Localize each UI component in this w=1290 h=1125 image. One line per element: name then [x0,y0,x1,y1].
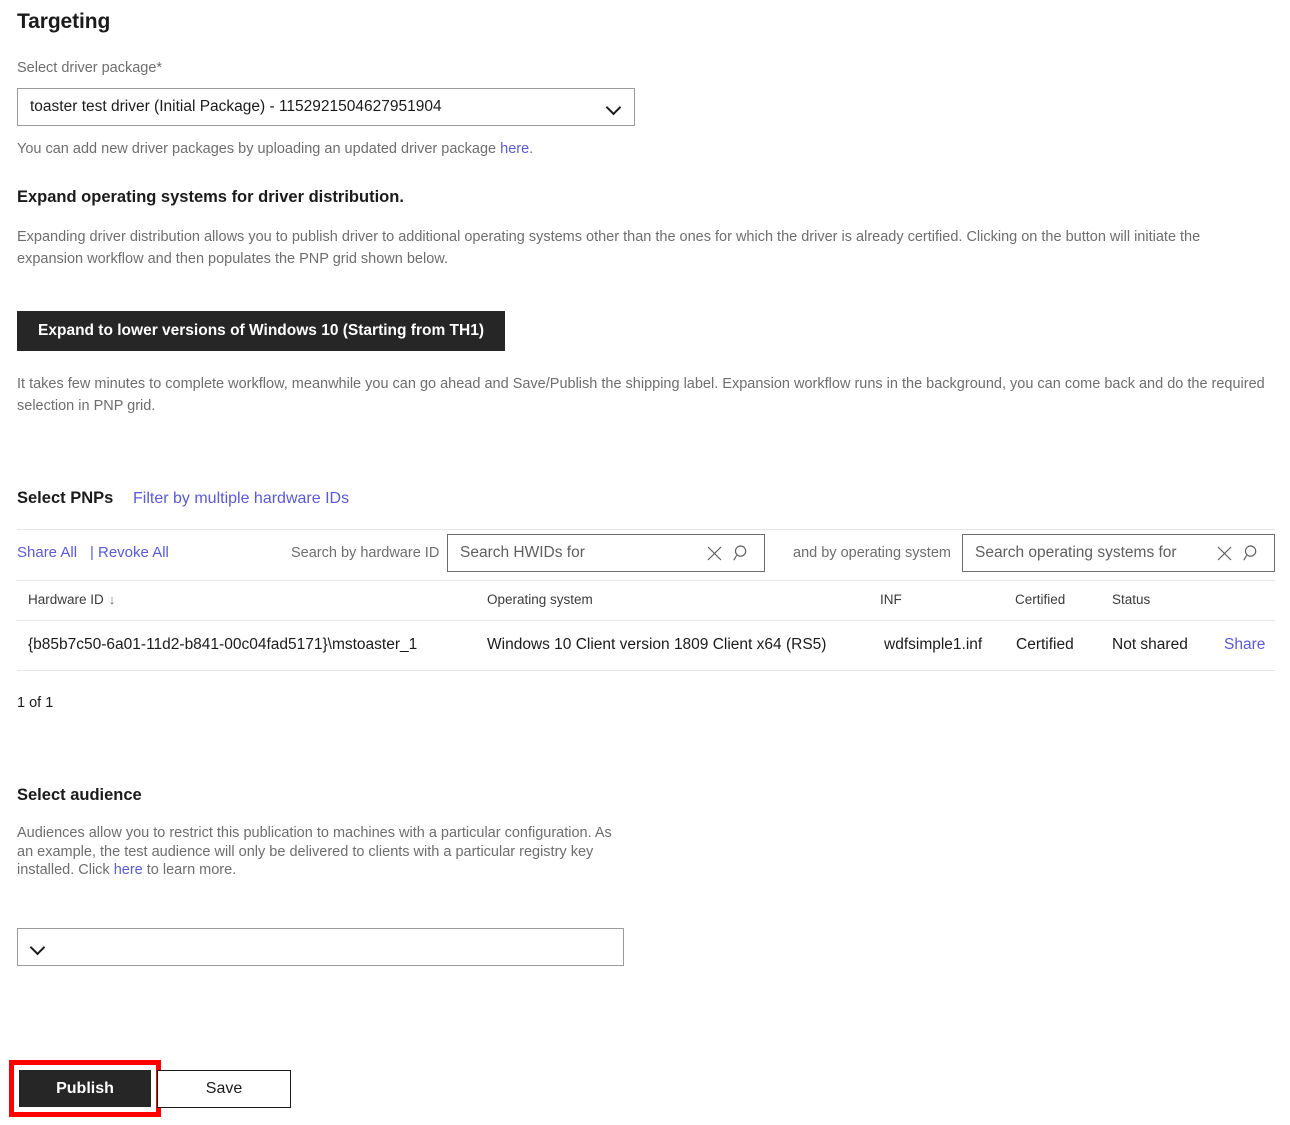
search-os-label: and by operating system [793,545,951,561]
expand-section-note: It takes few minutes to complete workflo… [17,376,1265,414]
column-header-status[interactable]: Status [1112,592,1150,607]
audience-learn-more-link[interactable]: here [114,862,143,878]
expand-section-heading: Expand operating systems for driver dist… [17,188,404,206]
cell-share-action-link[interactable]: Share [1224,636,1265,654]
column-header-operating-system[interactable]: Operating system [487,592,593,607]
driver-package-label: Select driver package* [17,60,163,76]
search-hwid-label: Search by hardware ID [291,545,440,561]
chevron-down-icon [606,99,622,115]
revoke-all-link[interactable]: Revoke All [98,544,169,561]
driver-package-select[interactable]: toaster test driver (Initial Package) - … [17,88,635,126]
filter-by-hardware-ids-link[interactable]: Filter by multiple hardware IDs [133,490,349,508]
column-header-hardware-id[interactable]: Hardware ID ↓ [28,592,115,607]
chevron-down-icon [30,939,46,955]
targeting-page: Targeting Select driver package* toaster… [0,0,1290,1125]
driver-package-help-suffix: . [529,141,534,157]
driver-package-help: You can add new driver packages by uploa… [17,141,533,157]
cell-certified: Certified [1016,636,1074,653]
clear-hwid-search-icon[interactable] [700,539,728,567]
cell-inf: wdfsimple1.inf [884,636,983,653]
grid-toolbar-divider [17,580,1275,581]
search-hwid-input[interactable] [460,544,700,562]
save-button[interactable]: Save [157,1070,291,1108]
grid-bottom-divider [17,670,1275,671]
search-os-input[interactable] [975,544,1210,562]
audience-description: Audiences allow you to restrict this pub… [17,824,627,880]
audience-description-part1: Audiences allow you to restrict this pub… [17,825,612,878]
column-header-inf[interactable]: INF [880,592,902,607]
search-os-box[interactable] [962,534,1275,572]
cell-hardware-id: {b85b7c50-6a01-11d2-b841-00c04fad5171}\m… [28,636,418,653]
audience-select[interactable] [17,928,624,966]
expand-to-lower-versions-button[interactable]: Expand to lower versions of Windows 10 (… [17,311,505,351]
column-header-certified[interactable]: Certified [1015,592,1065,607]
driver-package-selected-value: toaster test driver (Initial Package) - … [30,98,442,115]
grid-header-divider [17,620,1275,621]
driver-package-help-prefix: You can add new driver packages by uploa… [17,141,501,157]
grid-result-count: 1 of 1 [17,695,54,711]
expand-section-description: Expanding driver distribution allows you… [17,229,1201,267]
select-pnps-heading: Select PNPs [17,489,114,507]
search-os-magnifier-icon[interactable] [1238,539,1266,567]
sort-descending-icon: ↓ [108,592,116,607]
page-title: Targeting [17,10,111,33]
share-all-link[interactable]: Share All [17,544,77,561]
cell-operating-system: Windows 10 Client version 1809 Client x6… [487,636,827,653]
audience-description-part2: to learn more. [142,862,237,878]
grid-top-divider [17,529,1275,530]
search-hwid-box[interactable] [447,534,765,572]
publish-button[interactable]: Publish [19,1070,151,1107]
driver-package-help-link[interactable]: here [500,141,529,157]
column-header-hardware-id-label: Hardware ID [28,592,104,607]
toolbar-separator: | [90,544,94,561]
search-hwid-magnifier-icon[interactable] [728,539,756,567]
cell-status: Not shared [1112,636,1188,653]
clear-os-search-icon[interactable] [1210,539,1238,567]
select-audience-heading: Select audience [17,786,142,804]
